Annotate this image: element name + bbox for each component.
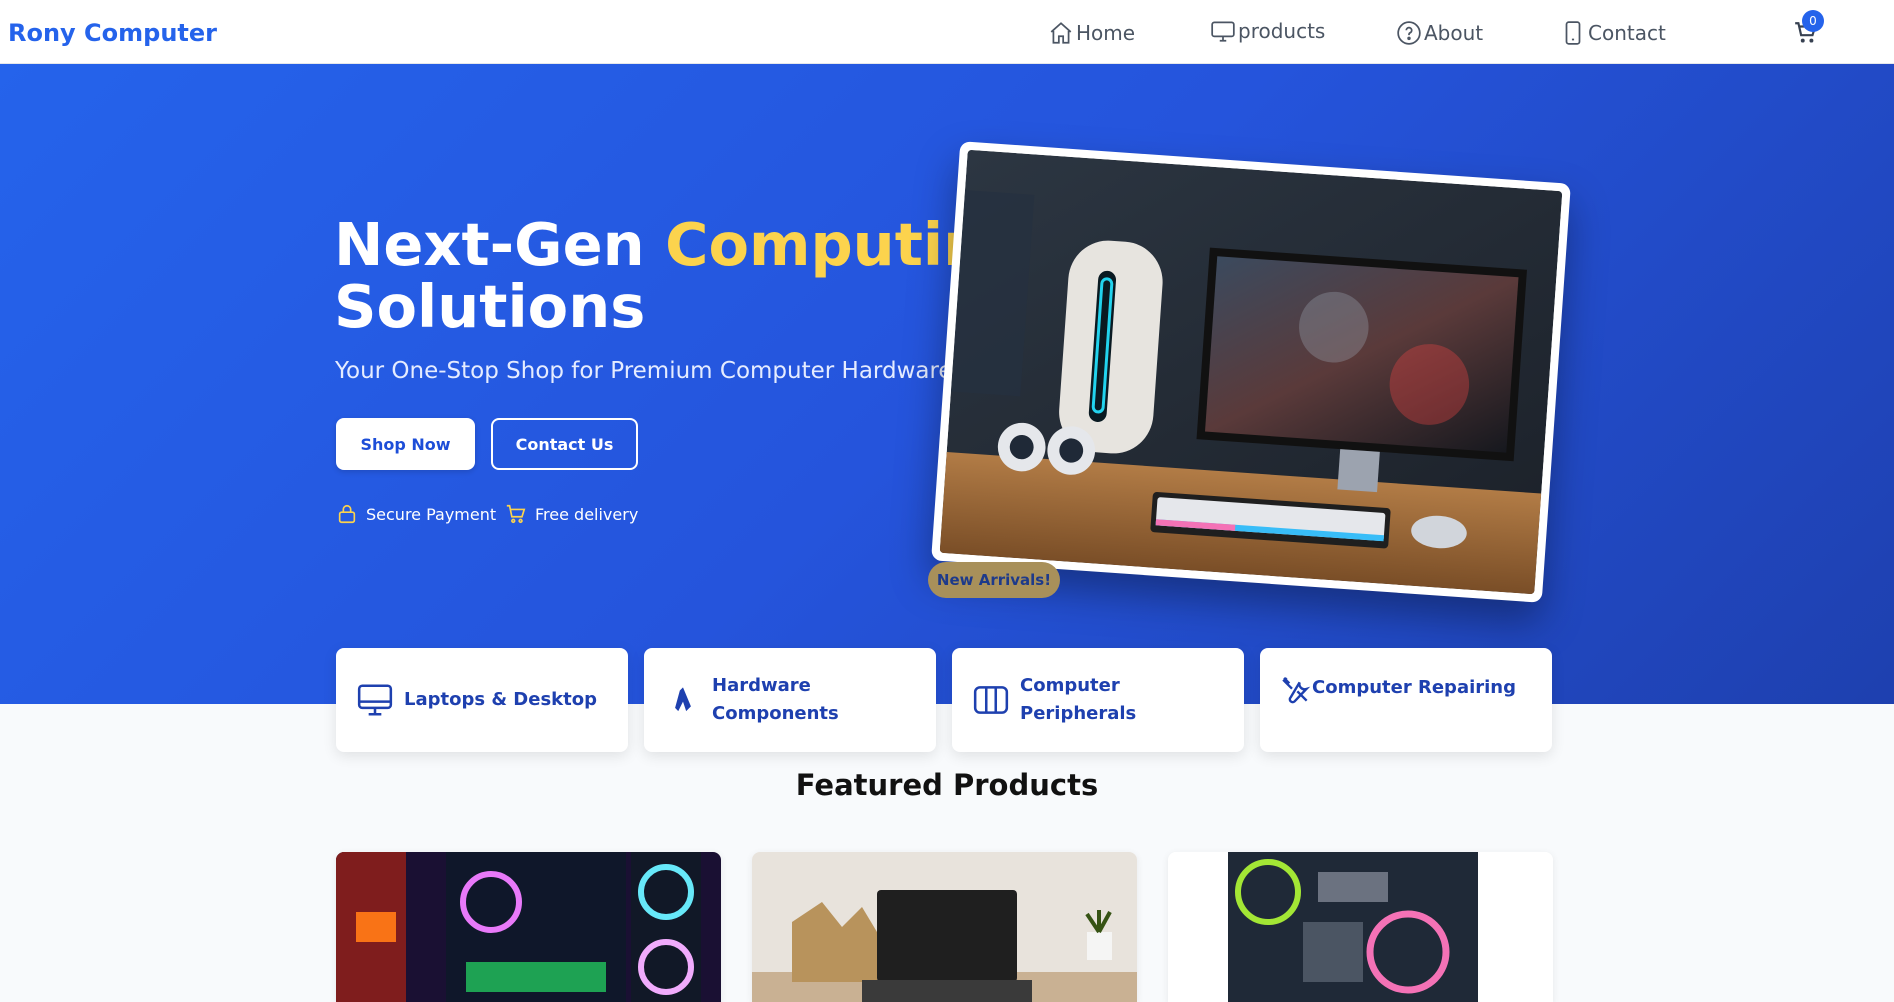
- hero-title-part1: Next-Gen: [334, 210, 666, 279]
- brand-logo[interactable]: Rony Computer: [8, 19, 217, 47]
- new-arrivals-badge: New Arrivals!: [928, 562, 1060, 598]
- category-computer-repairing[interactable]: Computer Repairing: [1260, 648, 1552, 752]
- category-computer-peripherals[interactable]: Computer Peripherals: [952, 648, 1244, 752]
- category-label: Hardware Components: [712, 675, 839, 724]
- shopping-cart-icon: [506, 504, 526, 524]
- feature-secure-payment-label: Secure Payment: [366, 504, 497, 524]
- hero-image: [931, 141, 1571, 603]
- nav-about-label: About: [1424, 21, 1484, 45]
- nav-products[interactable]: products: [1210, 18, 1325, 44]
- shop-now-button[interactable]: Shop Now: [336, 418, 475, 470]
- category-label: Laptops & Desktop: [404, 689, 597, 710]
- nav-home-label: Home: [1076, 21, 1136, 45]
- question-circle-icon: [1397, 21, 1421, 45]
- home-icon: [1050, 22, 1072, 44]
- nav-home[interactable]: Home: [1048, 20, 1135, 46]
- nav-contact[interactable]: Contact: [1560, 20, 1666, 46]
- category-hardware-components[interactable]: Hardware Components: [644, 648, 936, 752]
- phone-icon: [1565, 21, 1581, 45]
- category-label: Computer Repairing: [1312, 677, 1517, 698]
- pc-case-image: [1168, 852, 1553, 1002]
- navbar: Rony Computer Home products About Contac…: [0, 0, 1894, 64]
- hero-subtitle: Your One-Stop Shop for Premium Computer …: [335, 358, 953, 384]
- product-card[interactable]: [752, 852, 1137, 1002]
- product-card[interactable]: [1168, 852, 1553, 1002]
- hardware-icon: [675, 687, 691, 712]
- featured-products-title: Featured Products: [795, 768, 1099, 802]
- desk-setup-image: [939, 149, 1563, 595]
- category-label: Computer Peripherals: [1020, 675, 1137, 724]
- feature-free-delivery-label: Free delivery: [535, 504, 639, 524]
- nav-products-label: products: [1238, 19, 1326, 43]
- cart-count-badge: 0: [1802, 10, 1824, 32]
- monitor-icon: [1211, 21, 1235, 42]
- peripherals-icon: [973, 686, 1009, 714]
- repair-tools-icon: [1282, 677, 1311, 704]
- feature-secure-payment: Secure Payment: [336, 503, 496, 525]
- feature-free-delivery: Free delivery: [505, 503, 638, 525]
- category-laptops-desktop[interactable]: Laptops & Desktop: [336, 648, 628, 752]
- hero-title-part2: Solutions: [334, 272, 646, 341]
- contact-us-button[interactable]: Contact Us: [491, 418, 638, 470]
- gaming-pc-image: [336, 852, 721, 1002]
- desktop-icon: [357, 684, 393, 716]
- laptop-image: [752, 852, 1137, 1002]
- nav-contact-label: Contact: [1588, 21, 1666, 45]
- hero-title: Next-Gen Computing Solutions: [334, 214, 1027, 338]
- lock-icon: [338, 504, 356, 524]
- product-card[interactable]: [336, 852, 721, 1002]
- nav-about[interactable]: About: [1396, 20, 1483, 46]
